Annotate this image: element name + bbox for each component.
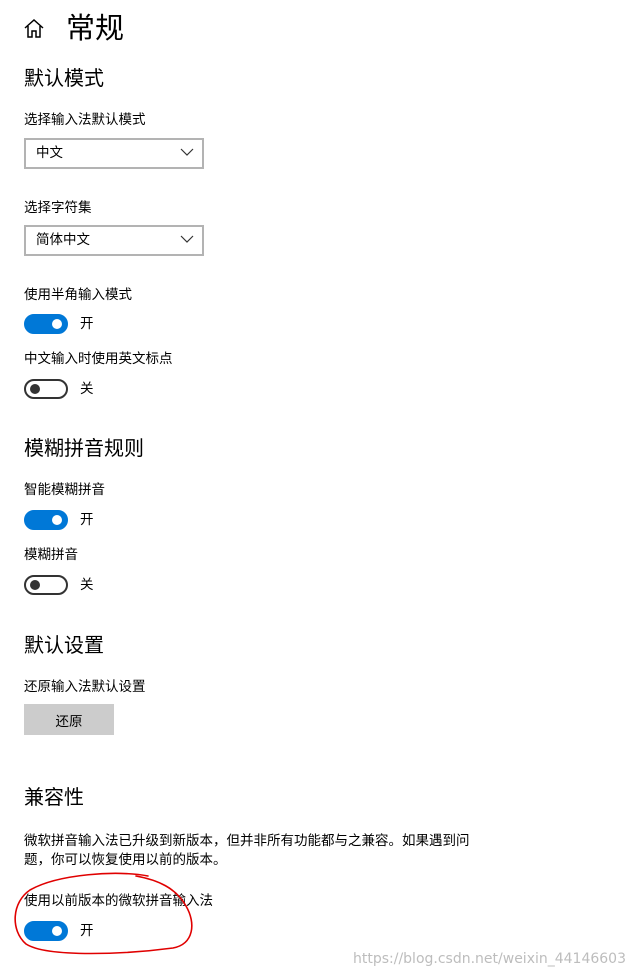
fuzzy-toggle[interactable] xyxy=(24,575,68,595)
smart-fuzzy-toggle[interactable] xyxy=(24,510,68,530)
watermark: https://blog.csdn.net/weixin_44146603 xyxy=(352,951,626,967)
restore-button[interactable]: 还原 xyxy=(24,704,114,735)
fuzzy-state: 关 xyxy=(80,577,94,593)
section-heading-default-mode: 默认模式 xyxy=(24,66,104,90)
use-previous-toggle[interactable] xyxy=(24,921,68,941)
smart-fuzzy-label: 智能模糊拼音 xyxy=(24,482,105,498)
half-width-state: 开 xyxy=(80,316,94,332)
restore-label: 还原输入法默认设置 xyxy=(24,679,146,695)
toggle-knob xyxy=(52,515,62,525)
toggle-knob xyxy=(30,384,40,394)
section-heading-fuzzy-pinyin: 模糊拼音规则 xyxy=(24,436,144,460)
use-previous-state: 开 xyxy=(80,923,94,939)
toggle-knob xyxy=(52,319,62,329)
english-punct-label: 中文输入时使用英文标点 xyxy=(24,351,173,367)
english-punct-toggle[interactable] xyxy=(24,379,68,399)
input-mode-value: 中文 xyxy=(36,145,63,161)
use-previous-label: 使用以前版本的微软拼音输入法 xyxy=(24,893,213,909)
chevron-down-icon xyxy=(180,148,194,156)
annotation-circle xyxy=(14,872,193,955)
charset-label: 选择字符集 xyxy=(24,200,92,216)
half-width-label: 使用半角输入模式 xyxy=(24,287,132,303)
section-heading-compatibility: 兼容性 xyxy=(24,785,84,809)
input-mode-label: 选择输入法默认模式 xyxy=(24,112,146,128)
charset-value: 简体中文 xyxy=(36,232,90,248)
compatibility-description: 微软拼音输入法已升级到新版本，但并非所有功能都与之兼容。如果遇到问题，你可以恢复… xyxy=(24,833,470,868)
input-mode-dropdown[interactable]: 中文 xyxy=(24,138,204,169)
home-icon[interactable] xyxy=(22,17,46,41)
page-title: 常规 xyxy=(66,11,125,45)
toggle-knob xyxy=(52,926,62,936)
half-width-toggle[interactable] xyxy=(24,314,68,334)
toggle-knob xyxy=(30,580,40,590)
english-punct-state: 关 xyxy=(80,381,94,397)
section-heading-default-settings: 默认设置 xyxy=(24,633,104,657)
charset-dropdown[interactable]: 简体中文 xyxy=(24,225,204,256)
smart-fuzzy-state: 开 xyxy=(80,512,94,528)
chevron-down-icon xyxy=(180,235,194,243)
fuzzy-label: 模糊拼音 xyxy=(24,547,78,563)
